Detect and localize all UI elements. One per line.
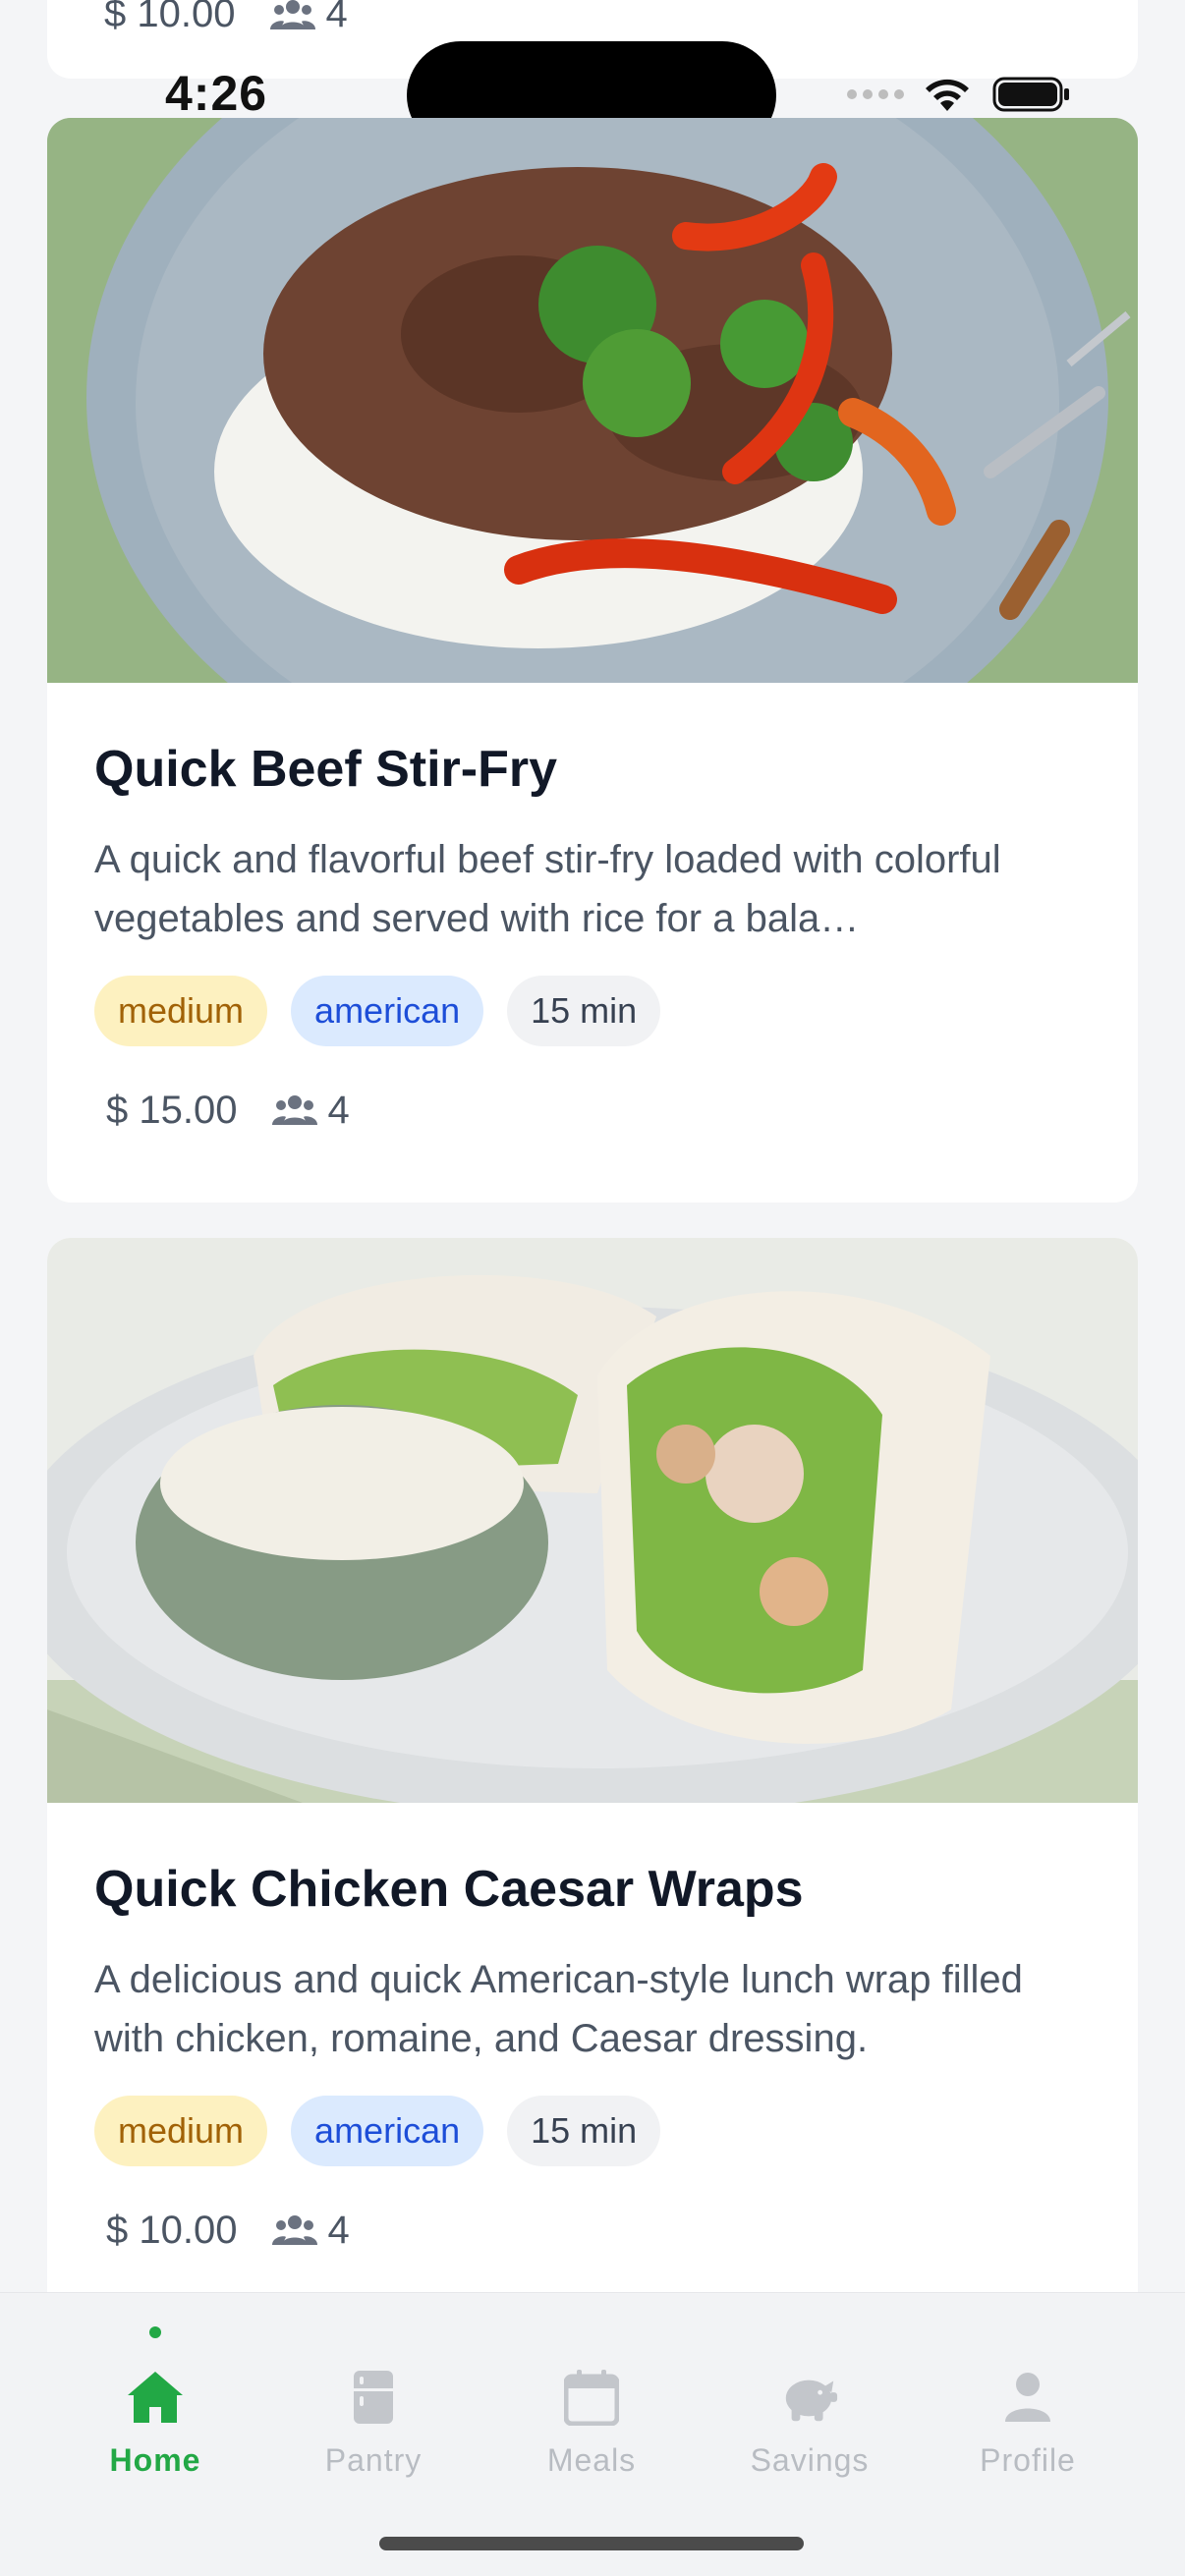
tab-home[interactable]: Home	[47, 2293, 263, 2519]
recipe-card[interactable]: Quick Chicken Caesar Wraps A delicious a…	[47, 1238, 1138, 2323]
recipe-card-body: Quick Beef Stir-Fry A quick and flavorfu…	[47, 683, 1138, 1145]
recipe-price: $ 15.00	[106, 1088, 238, 1132]
people-icon	[272, 1095, 318, 1125]
servings-count: 4	[327, 1088, 350, 1132]
home-icon	[126, 2368, 185, 2427]
recipe-meta: $ 10.00 4	[104, 0, 348, 36]
calendar-icon	[562, 2368, 621, 2427]
people-icon	[272, 2215, 318, 2245]
recipe-meta: $ 10.00 4	[94, 2196, 1091, 2265]
cuisine-tag: american	[291, 2096, 484, 2166]
battery-icon	[992, 77, 1069, 112]
recipe-tags: medium american 15 min	[94, 2096, 1091, 2166]
home-screen: $ 10.00 4 4:26 Quick Beef Stir-Fry A qui…	[0, 0, 1185, 2576]
time-tag: 15 min	[507, 976, 661, 1046]
recipe-image-chicken-caesar-wraps	[47, 1238, 1138, 1803]
tab-pantry[interactable]: Pantry	[265, 2293, 481, 2519]
active-indicator-dot	[149, 2326, 161, 2338]
recipe-title: Quick Beef Stir-Fry	[94, 741, 558, 798]
recipe-card[interactable]: Quick Beef Stir-Fry A quick and flavorfu…	[47, 118, 1138, 1203]
bottom-tab-bar: Home Pantry Meals Savings Profile	[0, 2292, 1185, 2576]
tab-savings[interactable]: Savings	[702, 2293, 918, 2519]
servings: 4	[272, 1088, 350, 1133]
recipe-description: A delicious and quick American-style lun…	[94, 1958, 1023, 2060]
servings: 4	[270, 0, 348, 36]
recipe-price: $ 10.00	[106, 2208, 238, 2252]
home-indicator[interactable]	[379, 2537, 804, 2550]
status-time: 4:26	[165, 66, 268, 121]
tab-label: Meals	[546, 2442, 637, 2478]
people-icon	[270, 0, 316, 29]
recipe-tags: medium american 15 min	[94, 976, 1091, 1046]
difficulty-tag: medium	[94, 976, 268, 1046]
piggy-bank-icon	[780, 2368, 839, 2427]
recipe-card-body: Quick Chicken Caesar Wraps A delicious a…	[47, 1803, 1138, 2265]
recipe-title: Quick Chicken Caesar Wraps	[94, 1861, 804, 1918]
wifi-icon	[926, 79, 969, 111]
person-icon	[998, 2368, 1057, 2427]
recipe-meta: $ 15.00 4	[94, 1076, 1091, 1145]
tab-profile[interactable]: Profile	[920, 2293, 1136, 2519]
servings: 4	[272, 2208, 350, 2253]
fridge-icon	[344, 2368, 403, 2427]
servings-count: 4	[327, 2208, 350, 2252]
time-tag: 15 min	[507, 2096, 661, 2166]
recipe-description: A quick and flavorful beef stir-fry load…	[94, 838, 1001, 940]
tab-label: Savings	[750, 2442, 870, 2478]
tab-label: Pantry	[324, 2442, 423, 2478]
cellular-signal-icon	[847, 89, 904, 99]
difficulty-tag: medium	[94, 2096, 268, 2166]
recipe-price: $ 10.00	[104, 0, 236, 35]
cuisine-tag: american	[291, 976, 484, 1046]
tab-label: Home	[109, 2442, 201, 2478]
status-icons	[847, 75, 1071, 114]
tab-label: Profile	[980, 2442, 1076, 2478]
servings-count: 4	[325, 0, 348, 35]
recipe-image-beef-stir-fry	[47, 118, 1138, 683]
tab-meals[interactable]: Meals	[483, 2293, 700, 2519]
